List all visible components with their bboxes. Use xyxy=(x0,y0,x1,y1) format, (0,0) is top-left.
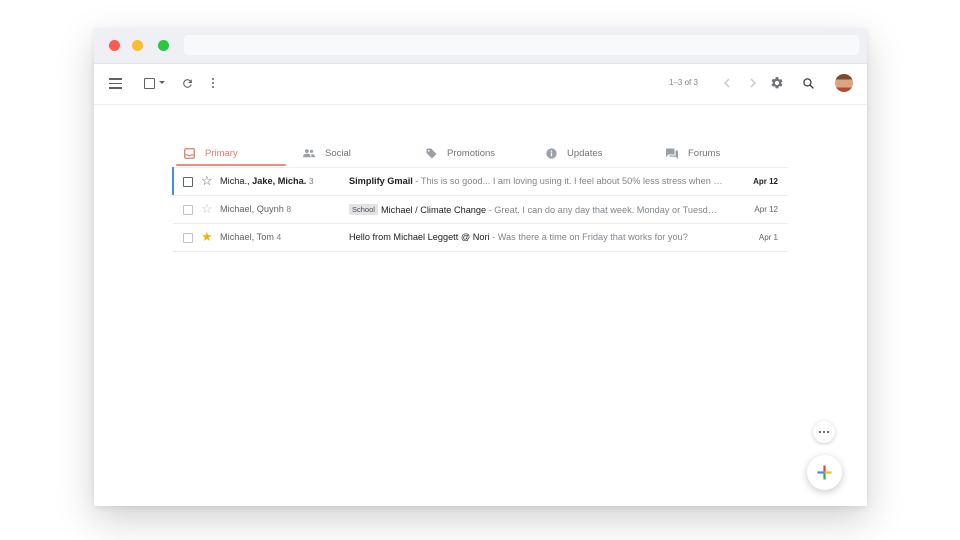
caret-down-icon xyxy=(159,81,165,84)
email-subject: Simplify Gmail xyxy=(349,176,413,186)
tag-icon xyxy=(425,147,437,159)
email-row[interactable]: ★ Michael, Tom 4 Hello from Michael Legg… xyxy=(173,223,788,252)
tab-label: Promotions xyxy=(447,147,496,159)
search-icon[interactable] xyxy=(801,76,815,90)
mail-toolbar: 1–3 of 3 xyxy=(94,64,867,105)
email-row[interactable]: ☆ Michael, Quynh 8 School Michael / Clima… xyxy=(173,195,788,224)
chevron-right-icon[interactable] xyxy=(748,77,758,89)
tab-updates[interactable]: Updates xyxy=(545,139,602,167)
email-sender: Micha., Jake, Micha. 3 xyxy=(220,176,314,186)
tab-social[interactable]: Social xyxy=(303,139,351,167)
inbox-icon xyxy=(183,147,195,159)
active-tab-indicator xyxy=(176,164,286,166)
pagination-text: 1–3 of 3 xyxy=(669,78,698,87)
compose-button[interactable] xyxy=(807,455,842,490)
thread-count: 8 xyxy=(286,204,292,214)
browser-window: 1–3 of 3 Primary Social Promotions Updat… xyxy=(94,28,867,506)
email-sender: Michael, Quynh 8 xyxy=(220,204,291,214)
sender-name: Michael, Quynh xyxy=(220,204,284,214)
tab-primary[interactable]: Primary xyxy=(183,139,238,167)
email-snippet: - This is so good... I am loving using i… xyxy=(412,176,723,186)
chevron-left-icon[interactable] xyxy=(722,77,732,89)
sender-name: Micha., xyxy=(220,176,253,186)
category-tabs: Primary Social Promotions Updates Forums xyxy=(173,139,788,168)
label-chip[interactable]: School xyxy=(349,204,378,215)
star-filled-icon[interactable]: ★ xyxy=(201,229,213,245)
maximize-window-button[interactable] xyxy=(158,40,169,51)
compose-plus-icon xyxy=(817,465,832,480)
email-date: Apr 12 xyxy=(753,177,778,186)
email-date: Apr 1 xyxy=(758,233,778,242)
email-date: Apr 12 xyxy=(754,205,778,214)
checkbox-icon xyxy=(144,78,155,89)
forum-icon xyxy=(666,147,678,159)
menu-icon[interactable] xyxy=(109,77,124,90)
email-content: Simplify Gmail - This is so good... I am… xyxy=(349,176,723,186)
close-window-button[interactable] xyxy=(109,40,120,51)
sender-name-unread: Jake, Micha. xyxy=(252,176,307,186)
star-outline-icon[interactable]: ☆ xyxy=(201,201,213,217)
tab-label: Updates xyxy=(567,147,603,159)
minimize-window-button[interactable] xyxy=(132,40,143,51)
tab-promotions[interactable]: Promotions xyxy=(425,139,495,167)
tab-label: Social xyxy=(325,147,351,159)
address-bar[interactable] xyxy=(184,35,859,55)
avatar[interactable] xyxy=(835,74,853,92)
more-horiz-icon[interactable] xyxy=(813,421,835,443)
people-icon xyxy=(303,147,315,159)
email-sender: Michael, Tom 4 xyxy=(220,232,281,242)
email-subject: Hello from Michael Leggett @ Nori xyxy=(349,232,490,242)
email-snippet: - Great. I can do any day that week. Mon… xyxy=(486,205,717,215)
sender-name: Michael, Tom xyxy=(220,232,274,242)
gear-icon[interactable] xyxy=(770,76,784,90)
title-bar xyxy=(94,28,867,64)
email-snippet: - Was there a time on Friday that works … xyxy=(489,232,688,242)
row-checkbox[interactable] xyxy=(183,177,193,187)
tab-label: Forums xyxy=(688,147,721,159)
row-checkbox[interactable] xyxy=(183,205,193,215)
email-content: School Michael / Climate Change - Great. … xyxy=(349,204,717,215)
tab-forums[interactable]: Forums xyxy=(666,139,720,167)
thread-count: 3 xyxy=(308,176,314,186)
info-icon xyxy=(545,147,557,159)
thread-count: 4 xyxy=(276,232,282,242)
email-subject: Michael / Climate Change xyxy=(380,205,487,215)
refresh-icon[interactable] xyxy=(180,76,194,90)
email-row[interactable]: ☆ Micha., Jake, Micha. 3 Simplify Gmail … xyxy=(172,167,788,196)
star-outline-icon[interactable]: ☆ xyxy=(201,173,213,189)
row-checkbox[interactable] xyxy=(183,233,193,243)
select-all-checkbox[interactable] xyxy=(144,78,166,90)
selection-indicator xyxy=(172,167,174,195)
tab-label: Primary xyxy=(205,147,238,159)
more-vert-icon[interactable] xyxy=(210,76,216,90)
email-content: Hello from Michael Leggett @ Nori - Was … xyxy=(349,232,688,242)
